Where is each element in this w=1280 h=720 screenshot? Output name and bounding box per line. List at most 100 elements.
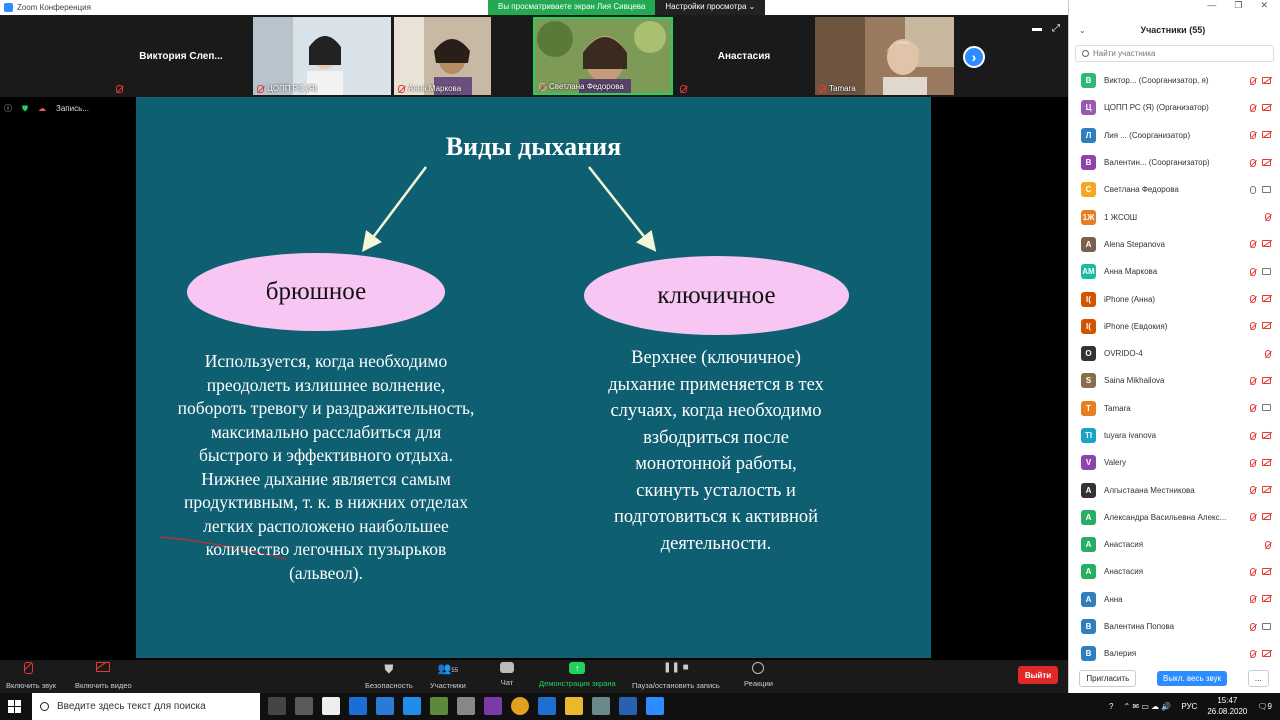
participant-row[interactable]: А Алгыстаана Местникова bbox=[1069, 476, 1279, 503]
clock[interactable]: 15:47 26.08.2020 bbox=[1207, 695, 1247, 717]
participant-row[interactable]: А Анна bbox=[1069, 586, 1279, 613]
video-tile[interactable]: Виктория Слеп... bbox=[112, 17, 250, 95]
participant-row[interactable]: 1Ж 1 ЖСОШ bbox=[1069, 203, 1279, 230]
participant-row[interactable]: S Saina Mikhailova bbox=[1069, 367, 1279, 394]
avatar: A bbox=[1081, 236, 1096, 252]
minecraft-icon[interactable] bbox=[430, 697, 448, 715]
participant-row[interactable]: Л Лия ... (Соорганизатор) bbox=[1069, 122, 1279, 149]
edge-icon[interactable] bbox=[538, 697, 556, 715]
participant-name: iPhone (Анна) bbox=[1104, 294, 1156, 304]
mic-muted-icon bbox=[1250, 322, 1256, 331]
participant-name: Виктор... (Соорганизатор, я) bbox=[1104, 76, 1209, 86]
chevron-down-icon[interactable]: ⌄ bbox=[1079, 26, 1086, 35]
pause-stop-recording-button[interactable]: ❚❚ ■ Пауза/остановить запись bbox=[632, 662, 720, 690]
video-tile[interactable]: Анастасия bbox=[676, 17, 812, 95]
clock-date: 26.08.2020 bbox=[1207, 707, 1248, 716]
participant-status-icons bbox=[1245, 213, 1279, 222]
participant-row[interactable]: АМ Анна Маркова bbox=[1069, 258, 1279, 285]
avatar: А bbox=[1081, 564, 1096, 580]
video-off-icon bbox=[96, 662, 111, 676]
mic-muted-icon bbox=[1250, 295, 1256, 304]
panel-header: ⌄ Участники (55) bbox=[1069, 15, 1280, 45]
info-icon[interactable]: ⓘ bbox=[4, 103, 12, 114]
invite-button[interactable]: Пригласить bbox=[1079, 669, 1137, 687]
participant-row[interactable]: V Valery bbox=[1069, 449, 1279, 476]
camera-off-icon bbox=[1262, 131, 1271, 139]
photos-icon[interactable] bbox=[619, 697, 637, 715]
participant-search-input[interactable] bbox=[1093, 49, 1253, 58]
participant-status-icons bbox=[1245, 595, 1279, 604]
task-view-icon[interactable] bbox=[268, 697, 286, 715]
avatar: В bbox=[1081, 646, 1096, 662]
amazon-icon[interactable] bbox=[322, 697, 340, 715]
app-icon[interactable] bbox=[349, 697, 367, 715]
window-title: Zoom Конференция bbox=[17, 3, 91, 12]
video-tile[interactable]: Анна Маркова bbox=[394, 17, 491, 95]
security-button[interactable]: ⛊ Безопасность bbox=[365, 662, 413, 690]
participant-status-icons bbox=[1245, 295, 1279, 304]
camera-icon bbox=[1262, 267, 1271, 275]
share-screen-label: Демонстрация экрана bbox=[539, 679, 616, 688]
restore-icon[interactable]: ❐ bbox=[1234, 0, 1242, 15]
participant-row[interactable]: В Виктор... (Соорганизатор, я) bbox=[1069, 67, 1279, 94]
participant-name: Valery bbox=[1104, 458, 1127, 468]
participant-name: 1 ЖСОШ bbox=[1104, 212, 1138, 222]
participant-row[interactable]: I(iPhone (Евдокия) bbox=[1069, 313, 1279, 340]
taskbar-search[interactable]: Введите здесь текст для поиска bbox=[32, 693, 260, 720]
app-icon[interactable] bbox=[457, 697, 475, 715]
windows-start-icon[interactable] bbox=[8, 700, 21, 713]
reactions-button[interactable]: Реакции bbox=[744, 662, 773, 688]
participant-row[interactable]: TI tuyara ivanova bbox=[1069, 422, 1279, 449]
input-language[interactable]: РУС bbox=[1181, 702, 1197, 711]
participant-row[interactable]: В Валентин... (Соорганизатор) bbox=[1069, 149, 1279, 176]
participant-status-icons bbox=[1245, 103, 1279, 112]
dropbox-icon[interactable] bbox=[403, 697, 421, 715]
zoom-taskbar-icon[interactable] bbox=[646, 697, 664, 715]
start-video-button[interactable]: Включить видео bbox=[75, 662, 132, 690]
shield-icon[interactable]: ⛊ bbox=[22, 104, 28, 114]
participant-row[interactable]: В Валентина Попова bbox=[1069, 613, 1279, 640]
shared-screen: ⓘ ⛊ ☁ Запись... ❚❚ ■ Виды дыхания брюшно… bbox=[0, 97, 1068, 660]
participant-row[interactable]: T Tamara bbox=[1069, 395, 1279, 422]
chrome-icon[interactable] bbox=[511, 697, 529, 715]
chat-button[interactable]: Чат bbox=[500, 662, 514, 687]
participant-row[interactable]: А Анастасия bbox=[1069, 558, 1279, 585]
fullscreen-icon[interactable]: ⤢ bbox=[1052, 23, 1060, 34]
notifications-icon[interactable]: 🗨9 bbox=[1257, 702, 1272, 711]
file-explorer-icon[interactable] bbox=[565, 697, 583, 715]
participant-row[interactable]: O OVRIDO-4 bbox=[1069, 340, 1279, 367]
close-icon[interactable]: ✕ bbox=[1260, 0, 1268, 15]
mute-all-button[interactable]: Выкл. весь звук bbox=[1157, 670, 1228, 686]
participant-row[interactable]: С Светлана Федорова bbox=[1069, 176, 1279, 203]
video-tile[interactable]: ЦОПП РС (Я) bbox=[253, 17, 391, 95]
participant-search[interactable] bbox=[1075, 45, 1274, 62]
store-icon[interactable] bbox=[295, 697, 313, 715]
participant-row[interactable]: А Анастасия bbox=[1069, 531, 1279, 558]
mic-muted-icon bbox=[1250, 458, 1256, 467]
participants-button[interactable]: 👥55 Участники bbox=[430, 662, 466, 690]
leave-button[interactable]: Выйти bbox=[1018, 666, 1058, 684]
unmute-button[interactable]: Включить звук bbox=[6, 662, 56, 690]
app-icon[interactable] bbox=[592, 697, 610, 715]
participant-row[interactable]: А Александра Васильевна Алекс... bbox=[1069, 504, 1279, 531]
participant-row[interactable]: Ц ЦОПП РС (Я) (Организатор) bbox=[1069, 94, 1279, 121]
unmute-label: Включить звук bbox=[6, 681, 57, 690]
mic-muted-icon bbox=[1250, 649, 1256, 658]
next-page-button[interactable]: › bbox=[963, 46, 985, 68]
view-settings-label: Настройки просмотра bbox=[665, 2, 747, 11]
video-tile[interactable]: Tamara bbox=[815, 17, 954, 95]
participant-row[interactable]: I( iPhone (Анна) bbox=[1069, 285, 1279, 312]
app-icon[interactable] bbox=[484, 697, 502, 715]
view-settings-button[interactable]: Настройки просмотра ⌄ bbox=[655, 0, 766, 15]
avatar: I( bbox=[1081, 291, 1096, 307]
tray-icons[interactable]: ⌃ ✉ ▭ ☁ 🔊 bbox=[1123, 702, 1171, 711]
minimize-icon[interactable]: — bbox=[1207, 0, 1216, 15]
mail-icon[interactable] bbox=[376, 697, 394, 715]
layout-icon[interactable]: ▬ bbox=[1032, 23, 1042, 34]
more-button[interactable]: ... bbox=[1247, 669, 1269, 687]
participant-row[interactable]: A Alena Stepanova bbox=[1069, 231, 1279, 258]
participant-status-icons bbox=[1245, 622, 1279, 631]
help-icon[interactable]: ? bbox=[1109, 702, 1113, 711]
video-tile-active-speaker[interactable]: Светлана Федорова bbox=[533, 17, 673, 95]
share-screen-button[interactable]: ↑ Демонстрация экрана bbox=[539, 662, 616, 688]
